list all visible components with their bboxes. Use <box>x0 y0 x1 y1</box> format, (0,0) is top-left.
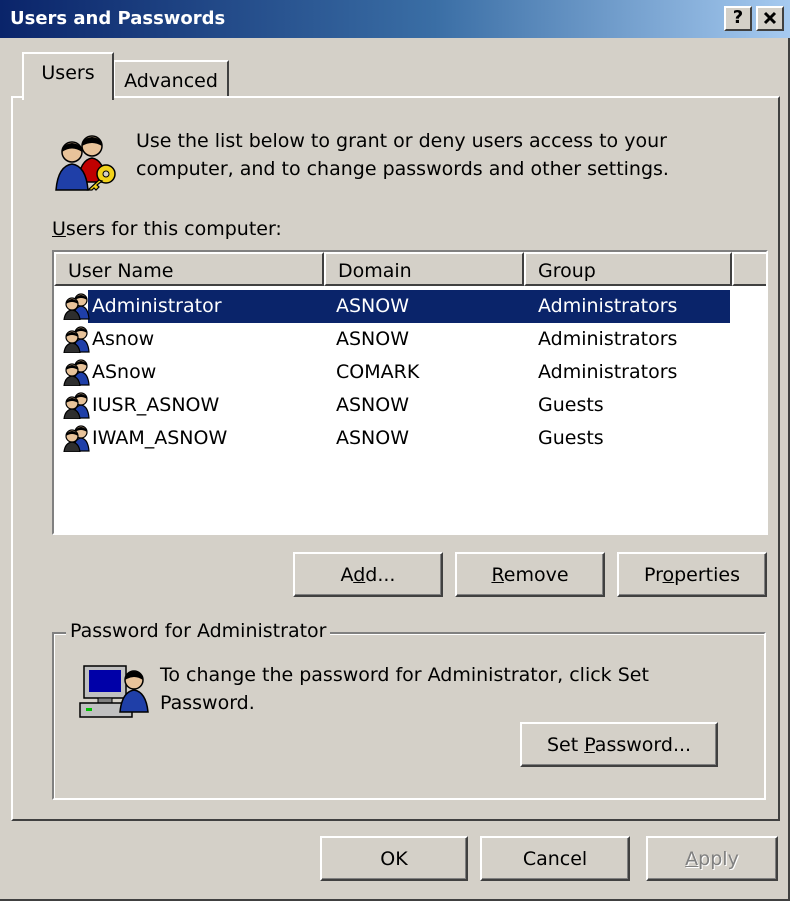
close-button[interactable] <box>756 6 784 31</box>
password-group-label: Password for Administrator <box>66 620 331 642</box>
cell-domain: ASNOW <box>336 394 410 416</box>
add-button[interactable]: Add... <box>293 552 443 597</box>
user-icon <box>62 391 92 420</box>
cell-domain: ASNOW <box>336 427 410 449</box>
cell-group: Guests <box>538 394 604 416</box>
users-list-label: Users for this computer: <box>52 218 282 240</box>
password-groupbox <box>52 632 766 800</box>
ok-button[interactable]: OK <box>320 836 468 881</box>
table-row[interactable]: IWAM_ASNOW ASNOW Guests <box>60 422 728 455</box>
cell-domain: COMARK <box>336 361 420 383</box>
table-row[interactable]: Administrator ASNOW Administrators <box>60 290 730 323</box>
user-icon <box>62 325 92 354</box>
close-icon <box>763 11 777 25</box>
cell-domain: ASNOW <box>336 328 410 350</box>
cell-user-name: ASnow <box>92 361 157 383</box>
window-title: Users and Passwords <box>10 8 226 29</box>
user-icon <box>62 292 92 321</box>
password-info-line-2: Password. <box>160 692 255 714</box>
tab-advanced-label: Advanced <box>124 70 218 92</box>
user-icon <box>62 358 92 387</box>
users-listview[interactable]: User Name Domain Group Administrator ASNO… <box>52 250 768 535</box>
tab-advanced[interactable]: Advanced <box>113 60 229 98</box>
tab-users[interactable]: Users <box>22 52 114 100</box>
tab-users-label: Users <box>41 62 95 84</box>
column-header-user-name[interactable]: User Name <box>54 252 324 286</box>
cell-group: Administrators <box>538 295 678 317</box>
title-bar[interactable]: Users and Passwords ? <box>0 0 790 38</box>
table-row[interactable]: ASnow COMARK Administrators <box>60 356 728 389</box>
help-button[interactable]: ? <box>724 6 752 31</box>
column-header-filler <box>732 252 766 286</box>
user-icon <box>62 424 92 453</box>
cell-domain: ASNOW <box>336 295 410 317</box>
table-row[interactable]: Asnow ASNOW Administrators <box>60 323 728 356</box>
users-and-passwords-dialog: Users and Passwords ? Users Advanced Use… <box>0 0 790 901</box>
computer-user-icon <box>78 662 154 724</box>
users-key-icon <box>50 132 120 192</box>
cell-group: Administrators <box>538 361 678 383</box>
cell-user-name: IUSR_ASNOW <box>92 394 220 416</box>
cell-group: Administrators <box>538 328 678 350</box>
cell-user-name: Administrator <box>92 295 222 317</box>
intro-line-1: Use the list below to grant or deny user… <box>136 130 667 152</box>
set-password-button[interactable]: Set Password... <box>520 722 718 767</box>
remove-button[interactable]: Remove <box>455 552 605 597</box>
cell-user-name: IWAM_ASNOW <box>92 427 228 449</box>
cell-group: Guests <box>538 427 604 449</box>
properties-button[interactable]: Properties <box>617 552 767 597</box>
cell-user-name: Asnow <box>92 328 155 350</box>
column-header-domain[interactable]: Domain <box>324 252 524 286</box>
cancel-button[interactable]: Cancel <box>480 836 630 881</box>
intro-line-2: computer, and to change passwords and ot… <box>136 158 669 180</box>
table-row[interactable]: IUSR_ASNOW ASNOW Guests <box>60 389 728 422</box>
column-header-group[interactable]: Group <box>524 252 732 286</box>
password-info-line-1: To change the password for Administrator… <box>160 664 649 686</box>
apply-button[interactable]: Apply <box>646 836 778 881</box>
